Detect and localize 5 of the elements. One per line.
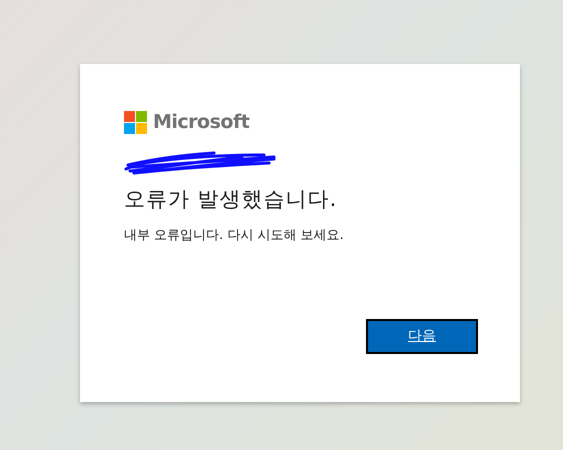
error-title: 오류가 발생했습니다. <box>124 186 338 212</box>
error-message: 내부 오류입니다. 다시 시도해 보세요. <box>124 226 345 244</box>
next-button[interactable]: 다음 <box>366 318 478 354</box>
microsoft-logo-icon <box>124 110 147 134</box>
brand-name: Microsoft <box>153 110 250 135</box>
